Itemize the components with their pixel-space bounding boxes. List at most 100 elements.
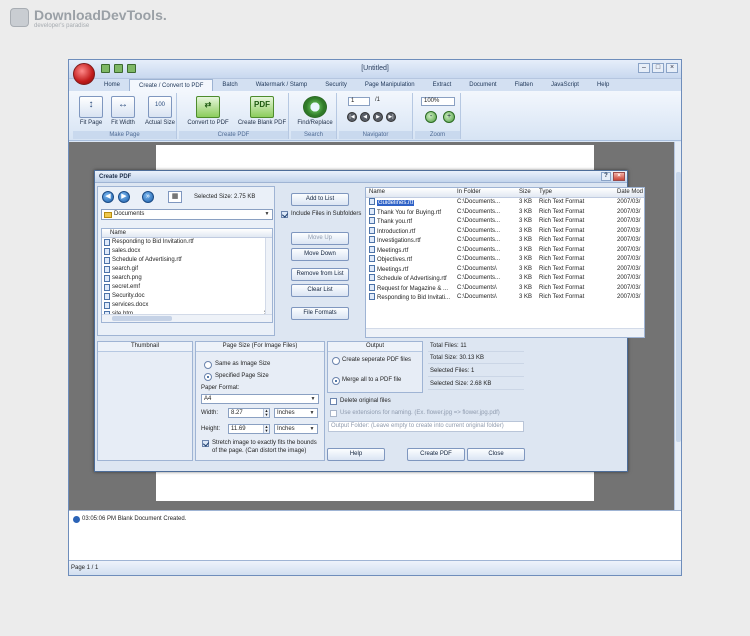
table-row[interactable]: Thank you.rtf C:\Documents... 3 KB Rich Tex…: [366, 217, 644, 227]
separate-files-label: Create seperate PDF files: [342, 357, 412, 363]
clear-list-button[interactable]: Clear List: [291, 284, 349, 297]
grid-hscrollbar[interactable]: [366, 328, 644, 337]
delete-original-checkbox[interactable]: [330, 398, 337, 405]
table-row[interactable]: Thank You for Buying.rtf C:\Documents... 3…: [366, 207, 644, 218]
fit-page-button[interactable]: ↕ Fit Page: [77, 96, 105, 126]
file-list-header[interactable]: Name: [102, 229, 272, 238]
table-row[interactable]: Guidelines.rtf C:\Documents... 3 KB Rich Te…: [366, 198, 644, 208]
next-page-icon[interactable]: ▶: [373, 112, 383, 122]
info-icon: [73, 516, 80, 523]
output-folder-input[interactable]: Output Folder: (Leave empty to create in…: [328, 421, 524, 432]
maximize-button[interactable]: □: [652, 63, 664, 73]
previous-page-icon[interactable]: ◀: [360, 112, 370, 122]
list-item[interactable]: Responding to Bid Invitation.rtf:: [102, 238, 272, 247]
find-replace-button[interactable]: Find/Replace: [295, 96, 335, 126]
table-row[interactable]: Meetings.rtf C:\Documents... 3 KB Rich Text…: [366, 245, 644, 256]
column-size[interactable]: Size: [516, 188, 536, 197]
workspace-scrollbar[interactable]: [674, 142, 681, 510]
height-label: Height:: [201, 426, 221, 432]
height-unit-select[interactable]: Inches ▼: [274, 424, 318, 434]
list-item[interactable]: search.gif:: [102, 265, 272, 274]
remove-from-list-button[interactable]: Remove from List: [291, 268, 349, 281]
column-type[interactable]: Type: [536, 188, 614, 197]
move-up-button[interactable]: Move Up: [291, 232, 349, 245]
view-mode-icon[interactable]: ▦: [168, 191, 182, 203]
list-item[interactable]: search.png:: [102, 274, 272, 283]
list-item[interactable]: sales.docx1:: [102, 247, 272, 256]
merge-files-radio[interactable]: [332, 377, 340, 385]
watermark-logo: [10, 8, 29, 27]
tab-flatten[interactable]: Flatten: [506, 79, 542, 91]
tab-extract[interactable]: Extract: [424, 79, 461, 91]
file-list-hscrollbar[interactable]: [102, 314, 272, 322]
add-to-list-button[interactable]: Add to List: [291, 193, 349, 206]
table-row[interactable]: Meetings.rtf C:\Documents\ 3 KB Rich Text F…: [366, 264, 644, 275]
tab-security[interactable]: Security: [316, 79, 356, 91]
table-row[interactable]: Request for Magazine & ... C:\Documents\ 3…: [366, 283, 644, 294]
table-row[interactable]: Responding to Bid Invitati... C:\Document…: [366, 293, 644, 303]
fit-width-button[interactable]: ↔ Fit Width: [109, 96, 137, 126]
stretch-image-checkbox[interactable]: [202, 440, 209, 447]
list-item[interactable]: Schedule of Advertising.rtf:: [102, 256, 272, 265]
page-count: /1: [375, 97, 381, 103]
column-date-modified[interactable]: Date Mod: [614, 188, 644, 197]
actual-size-button[interactable]: 100 Actual Size: [143, 96, 177, 126]
fit-width-label: Fit Width: [111, 120, 135, 126]
dialog-help-icon[interactable]: ?: [601, 172, 611, 181]
back-icon[interactable]: ◀: [102, 191, 114, 203]
file-list-scrollbar[interactable]: [265, 238, 272, 314]
delete-original-label: Delete original files: [340, 398, 391, 404]
tab-home[interactable]: Home: [95, 79, 129, 91]
tab-javascript[interactable]: JavaScript: [542, 79, 588, 91]
list-item[interactable]: secret.emf5:: [102, 283, 272, 292]
create-pdf-button[interactable]: Create PDF: [407, 448, 465, 461]
convert-to-pdf-button[interactable]: ⇄ Convert to PDF: [187, 96, 229, 126]
table-row[interactable]: Introduction.rtf C:\Documents... 3 KB Rich …: [366, 226, 644, 237]
separate-files-radio[interactable]: [332, 357, 340, 365]
width-input[interactable]: 8.27 ▲ ▼: [228, 408, 270, 418]
use-extensions-checkbox[interactable]: [330, 410, 337, 417]
table-row[interactable]: Schedule of Advertising.rtf C:\Documents.…: [366, 274, 644, 284]
last-page-icon[interactable]: ▶|: [386, 112, 396, 122]
first-page-icon[interactable]: |◀: [347, 112, 357, 122]
table-row[interactable]: Investigations.rtf C:\Documents... 3 KB Ric…: [366, 236, 644, 246]
help-button[interactable]: Help: [327, 448, 385, 461]
move-down-button[interactable]: Move Down: [291, 248, 349, 261]
tab-help[interactable]: Help: [588, 79, 618, 91]
dialog-close-button[interactable]: ×: [613, 172, 625, 181]
table-row[interactable]: Objectives.rtf C:\Documents... 3 KB Rich Te…: [366, 255, 644, 265]
list-item[interactable]: Security.doc2:: [102, 292, 272, 301]
width-unit-select[interactable]: Inches ▼: [274, 408, 318, 418]
include-subfolders-checkbox[interactable]: [281, 211, 288, 218]
same-as-image-radio[interactable]: [204, 361, 212, 369]
file-formats-button[interactable]: File Formats: [291, 307, 349, 320]
group-label-create-pdf: Create PDF: [179, 131, 288, 139]
up-folder-icon[interactable]: »: [142, 191, 154, 203]
specified-size-radio[interactable]: [204, 373, 212, 381]
close-window-button[interactable]: ×: [666, 63, 678, 73]
tab-watermark-stamp[interactable]: Watermark / Stamp: [247, 79, 316, 91]
folder-select[interactable]: Documents ▼: [101, 209, 273, 220]
selected-size-text: Selected Size: 2.75 KB: [194, 194, 256, 200]
column-in-folder[interactable]: In Folder: [454, 188, 516, 197]
zoom-out-icon[interactable]: -: [425, 111, 437, 123]
tab-create-convert[interactable]: Create / Convert to PDF: [129, 79, 214, 91]
tab-page-manipulation[interactable]: Page Manipulation: [356, 79, 424, 91]
zoom-select[interactable]: 100%: [421, 97, 455, 106]
output-panel: Output Create seperate PDF files Merge a…: [327, 341, 423, 393]
column-name[interactable]: Name: [366, 188, 454, 197]
tab-batch[interactable]: Batch: [213, 79, 246, 91]
tab-document[interactable]: Document: [460, 79, 505, 91]
create-blank-pdf-button[interactable]: PDF Create Blank PDF: [235, 96, 289, 126]
paper-format-select[interactable]: A4 ▼: [201, 394, 319, 404]
app-menu-button[interactable]: [73, 63, 95, 85]
fit-page-label: Fit Page: [79, 120, 103, 126]
message-log: 03:05:06 PM Blank Document Created.: [69, 510, 681, 560]
list-item[interactable]: services.docx:: [102, 301, 272, 310]
minimize-button[interactable]: –: [638, 63, 650, 73]
zoom-in-icon[interactable]: +: [443, 111, 455, 123]
close-button[interactable]: Close: [467, 448, 525, 461]
height-input[interactable]: 11.69 ▲ ▼: [228, 424, 270, 434]
page-number-input[interactable]: 1: [348, 97, 370, 106]
forward-icon[interactable]: ▶: [118, 191, 130, 203]
